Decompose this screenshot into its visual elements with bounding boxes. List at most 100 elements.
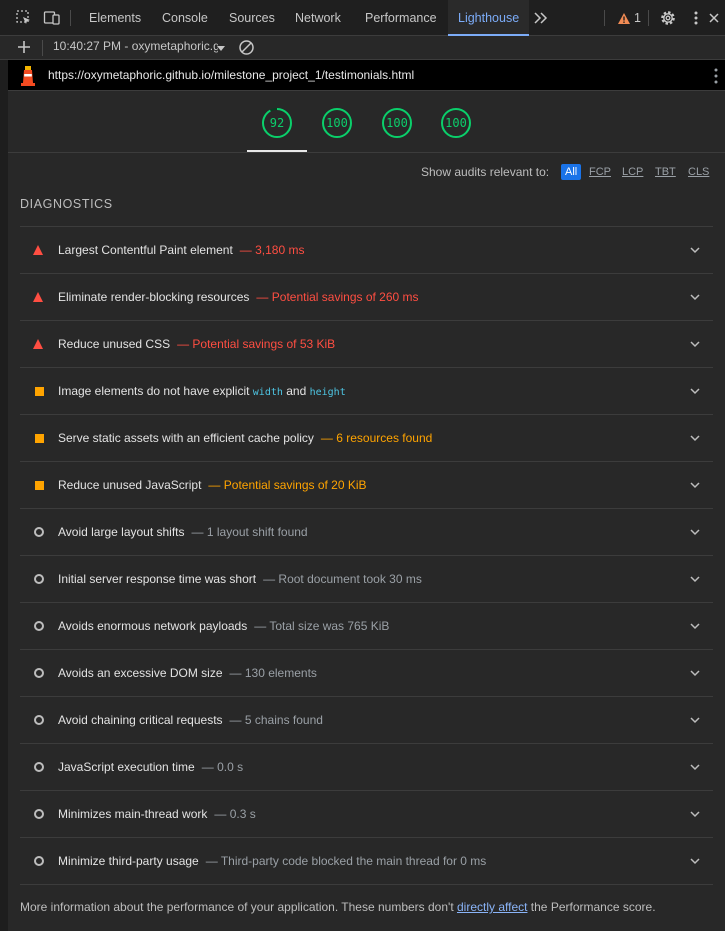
fail-triangle-icon: [33, 291, 45, 303]
chevron-down-icon[interactable]: [689, 244, 701, 256]
chevron-down-icon[interactable]: [689, 526, 701, 538]
audit-title: Reduce unused CSS: [58, 337, 171, 351]
gauge-score: 100: [445, 116, 467, 130]
filter-chip-cls[interactable]: CLS: [688, 164, 709, 180]
audit-item[interactable]: Minimize third-party usage — Third-party …: [20, 837, 713, 885]
code-width: width: [252, 387, 283, 398]
chevron-down-icon[interactable]: [689, 479, 701, 491]
clear-block-icon[interactable]: [238, 39, 255, 56]
audit-item[interactable]: Avoid large layout shifts — 1 layout shif…: [20, 508, 713, 555]
report-select[interactable]: 10:40:27 PM - oxymetaphoric.github.io: [53, 39, 218, 53]
audit-list: Largest Contentful Paint element — 3,180 …: [20, 226, 713, 885]
device-toolbar-icon[interactable]: [43, 9, 61, 27]
audit-item[interactable]: Serve static assets with an efficient ca…: [20, 414, 713, 461]
chevron-down-icon[interactable]: [689, 573, 701, 585]
audit-title: Largest Contentful Paint element: [58, 243, 233, 257]
footer-pre: More information about the performance o…: [20, 900, 457, 914]
fail-triangle-icon: [33, 338, 45, 350]
info-circle-icon: [33, 714, 45, 726]
audit-dash: —: [320, 431, 337, 445]
dropdown-arrow-icon[interactable]: [216, 42, 226, 52]
filter-chip-fcp[interactable]: FCP: [589, 164, 611, 180]
audit-item[interactable]: Avoids enormous network payloads — Total …: [20, 602, 713, 649]
directly-affect-link[interactable]: directly affect: [457, 900, 527, 914]
audit-item[interactable]: JavaScript execution time — 0.0 s: [20, 743, 713, 790]
info-circle-icon: [33, 761, 45, 773]
average-square-icon: [33, 479, 45, 491]
audit-dash: —: [229, 713, 245, 727]
filter-chip-all[interactable]: All: [561, 164, 582, 180]
audit-item[interactable]: Avoids an excessive DOM size — 130 elemen…: [20, 649, 713, 696]
chevron-down-icon[interactable]: [689, 808, 701, 820]
seo-gauge[interactable]: 100: [440, 107, 472, 139]
audit-detail: Third-party code blocked the main thread…: [220, 854, 487, 868]
warning-icon: [618, 12, 630, 24]
gauge-score: 92: [269, 116, 285, 130]
audit-dash: —: [263, 572, 279, 586]
filter-chip-tbt[interactable]: TBT: [655, 164, 676, 180]
warnings-counter[interactable]: 1: [617, 10, 641, 26]
close-icon[interactable]: [705, 9, 723, 27]
tab-elements[interactable]: Elements: [89, 0, 141, 36]
audit-detail: 5 chains found: [244, 713, 323, 727]
chevron-down-icon[interactable]: [689, 338, 701, 350]
chevron-down-icon[interactable]: [689, 385, 701, 397]
accessibility-gauge[interactable]: 100: [321, 107, 353, 139]
audit-detail: 3,180 ms: [255, 243, 305, 257]
audit-dash: —: [177, 337, 193, 351]
lighthouse-toolbar: 10:40:27 PM - oxymetaphoric.github.io: [0, 36, 725, 60]
audit-title: Avoid chaining critical requests: [58, 713, 223, 727]
tab-performance[interactable]: Performance: [365, 0, 437, 36]
audit-item[interactable]: Minimizes main-thread work — 0.3 s: [20, 790, 713, 837]
filter-label: Show audits relevant to:: [421, 165, 550, 179]
tab-lighthouse[interactable]: Lighthouse: [448, 0, 530, 36]
info-circle-icon: [33, 808, 45, 820]
audit-title: JavaScript execution time: [58, 760, 195, 774]
chevron-down-icon[interactable]: [689, 620, 701, 632]
tab-console[interactable]: Console: [162, 0, 208, 36]
audit-item[interactable]: Reduce unused CSS — Potential savings of …: [20, 320, 713, 367]
audit-dash: —: [239, 243, 256, 257]
chevron-down-icon[interactable]: [689, 667, 701, 679]
filter-chip-lcp[interactable]: LCP: [622, 164, 643, 180]
average-square-icon: [33, 432, 45, 444]
audit-item[interactable]: Reduce unused JavaScript — Potential savi…: [20, 461, 713, 508]
audit-item[interactable]: Largest Contentful Paint element — 3,180 …: [20, 226, 713, 273]
audit-title: Image elements do not have explicit: [58, 384, 253, 398]
audit-detail: 0.3 s: [229, 807, 256, 821]
audit-item[interactable]: Initial server response time was short — …: [20, 555, 713, 602]
audit-item[interactable]: Image elements do not have explicit widt…: [20, 367, 713, 414]
chevron-down-icon[interactable]: [689, 291, 701, 303]
plus-icon[interactable]: [16, 39, 32, 55]
kebab-menu-icon[interactable]: [687, 9, 705, 27]
audit-dash: —: [208, 478, 224, 492]
audit-title: Serve static assets with an efficient ca…: [58, 431, 314, 445]
info-circle-icon: [33, 855, 45, 867]
audit-detail: 6 resources found: [336, 431, 433, 445]
best-practices-gauge[interactable]: 100: [381, 107, 413, 139]
audit-dash: —: [254, 619, 270, 633]
chevron-down-icon[interactable]: [689, 714, 701, 726]
audit-detail: Potential savings of 260 ms: [271, 290, 419, 304]
chevron-down-icon[interactable]: [689, 855, 701, 867]
report-url: https://oxymetaphoric.github.io/mileston…: [48, 68, 415, 82]
lighthouse-logo-icon: [20, 65, 36, 87]
tab-sources[interactable]: Sources: [229, 0, 275, 36]
gear-icon[interactable]: [659, 9, 677, 27]
audit-dash: —: [214, 807, 230, 821]
audit-item[interactable]: Eliminate render-blocking resources — Pot…: [20, 273, 713, 320]
performance-gauge[interactable]: 92: [261, 107, 293, 139]
audit-item[interactable]: Avoid chaining critical requests — 5 chai…: [20, 696, 713, 743]
chevron-down-icon[interactable]: [689, 761, 701, 773]
chevron-down-icon[interactable]: [689, 432, 701, 444]
audit-dash: —: [256, 290, 272, 304]
info-circle-icon: [33, 573, 45, 585]
select-element-icon[interactable]: [15, 9, 33, 27]
warning-count: 1: [634, 11, 641, 25]
code-height: height: [309, 387, 346, 398]
url-kebab-icon[interactable]: [713, 68, 719, 84]
tab-network[interactable]: Network: [295, 0, 341, 36]
more-tabs-chevrons-icon[interactable]: [532, 9, 550, 27]
audit-detail: 130 elements: [244, 666, 317, 680]
gauge-score: 100: [326, 116, 348, 130]
